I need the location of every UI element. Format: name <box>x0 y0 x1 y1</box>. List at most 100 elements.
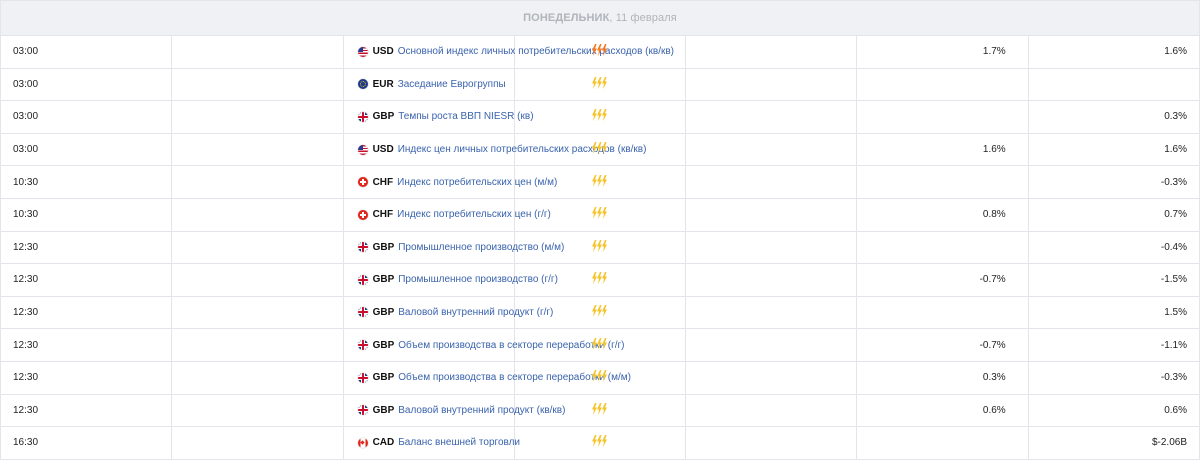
event-actual <box>685 132 858 167</box>
event-actual <box>685 426 858 460</box>
event-actual <box>685 295 858 330</box>
event-previous <box>1027 67 1200 102</box>
gbp-flag-icon <box>357 274 368 285</box>
event-time: 10:30 <box>0 165 173 199</box>
date-header-row: ПОНЕДЕЛЬНИК, 11 февраля <box>0 0 1200 36</box>
event-previous: 0.6% <box>1027 393 1200 428</box>
event-row-9[interactable]: 12:30 GBP Объем производства в секторе пе… <box>0 328 1200 362</box>
event-row-11[interactable]: 12:30 GBP Валовой внутренний продукт (кв/… <box>0 393 1200 428</box>
event-name-link[interactable]: Индекс потребительских цен (м/м) <box>397 177 557 188</box>
volatility-cell <box>513 100 687 134</box>
event-time: 12:30 <box>0 360 173 395</box>
event-row-6[interactable]: 12:30 GBP Промышленное производство (м/м)… <box>0 230 1200 265</box>
event-name-link[interactable]: Промышленное производство (м/м) <box>398 242 564 253</box>
event-name-link[interactable]: Валовой внутренний продукт (г/г) <box>398 307 553 318</box>
event-cell: CAD Баланс внешней торговли <box>342 426 520 460</box>
volatility-bolt-icon <box>591 402 609 418</box>
event-currency: GBP <box>372 274 395 286</box>
event-currency: USD <box>372 46 394 58</box>
event-spacer <box>171 67 344 102</box>
volatility-bolt-icon <box>591 76 609 92</box>
chf-flag-icon <box>357 209 368 220</box>
event-row-12[interactable]: 16:30 CAD Баланс внешней торговли $-2.06B <box>0 426 1200 460</box>
event-actual <box>685 263 858 297</box>
event-time: 12:30 <box>0 328 173 362</box>
event-forecast <box>856 230 1029 265</box>
event-time: 10:30 <box>0 197 173 232</box>
event-forecast <box>856 426 1029 460</box>
event-forecast <box>856 67 1029 102</box>
event-spacer <box>171 393 344 428</box>
event-name-link[interactable]: Основной индекс личных потребительских р… <box>398 46 674 57</box>
event-row-1[interactable]: 03:00 EUR Заседание Еврогруппы <box>0 67 1200 102</box>
event-currency: GBP <box>372 111 395 123</box>
event-row-2[interactable]: 03:00 GBP Темпы роста ВВП NIESR (кв) 0.3% <box>0 100 1200 134</box>
event-row-8[interactable]: 12:30 GBP Валовой внутренний продукт (г/г… <box>0 295 1200 330</box>
date-day: , 11 февраля <box>609 12 677 24</box>
event-previous: $-2.06B <box>1027 426 1200 460</box>
event-previous: -0.3% <box>1027 165 1200 199</box>
event-row-0[interactable]: 03:00 USD Основной индекс личных потребит… <box>0 35 1200 69</box>
economic-calendar-table: ПОНЕДЕЛЬНИК, 11 февраля 03:00 USD Основно… <box>0 0 1200 460</box>
event-name-link[interactable]: Промышленное производство (г/г) <box>398 274 558 285</box>
event-name-link[interactable]: Валовой внутренний продукт (кв/кв) <box>398 405 565 416</box>
event-actual <box>685 197 858 232</box>
event-row-3[interactable]: 03:00 USD Индекс цен личных потребительск… <box>0 132 1200 167</box>
event-previous: -1.1% <box>1027 328 1200 362</box>
event-cell: CHF Индекс потребительских цен (г/г) <box>342 197 551 232</box>
event-currency: EUR <box>372 78 394 90</box>
event-forecast: 1.7% <box>856 35 1029 69</box>
event-actual <box>685 360 858 395</box>
usd-flag-icon <box>357 144 368 155</box>
event-spacer <box>171 197 344 232</box>
event-name-link[interactable]: Индекс потребительских цен (г/г) <box>397 209 551 220</box>
event-currency: CAD <box>372 437 395 449</box>
event-forecast: -0.7% <box>856 263 1029 297</box>
event-name-link[interactable]: Индекс цен личных потребительских расход… <box>398 144 647 155</box>
volatility-bolt-icon <box>591 305 609 320</box>
event-actual <box>685 67 858 102</box>
event-name-link[interactable]: Баланс внешней торговли <box>398 437 520 448</box>
event-forecast <box>856 100 1029 134</box>
event-cell: GBP Темпы роста ВВП NIESR (кв) <box>342 100 534 134</box>
volatility-bolt-icon <box>591 109 609 124</box>
event-currency: GBP <box>372 372 395 384</box>
event-currency: GBP <box>372 339 395 351</box>
event-actual <box>685 230 858 265</box>
event-time: 03:00 <box>0 132 173 167</box>
event-spacer <box>171 328 344 362</box>
event-previous: -0.3% <box>1027 360 1200 395</box>
event-cell: GBP Объем производства в секторе перерабо… <box>342 360 631 395</box>
gbp-flag-icon <box>357 405 368 416</box>
event-cell: GBP Промышленное производство (г/г) <box>342 263 558 297</box>
event-forecast: 0.6% <box>856 393 1029 428</box>
event-currency: CHF <box>372 176 394 188</box>
event-cell: GBP Объем производства в секторе перерабо… <box>342 328 625 362</box>
event-spacer <box>171 132 344 167</box>
event-spacer <box>171 426 344 460</box>
event-forecast: 0.8% <box>856 197 1029 232</box>
event-previous: -1.5% <box>1027 263 1200 297</box>
event-forecast <box>856 165 1029 199</box>
gbp-flag-icon <box>357 242 368 253</box>
event-name-link[interactable]: Заседание Еврогруппы <box>398 79 506 90</box>
volatility-bolt-icon <box>591 239 609 255</box>
event-name-link[interactable]: Темпы роста ВВП NIESR (кв) <box>398 111 533 122</box>
event-forecast: -0.7% <box>856 328 1029 362</box>
event-time: 12:30 <box>0 263 173 297</box>
cad-flag-icon <box>357 437 368 448</box>
event-row-10[interactable]: 12:30 GBP Объем производства в секторе пе… <box>0 360 1200 395</box>
event-previous: 0.7% <box>1027 197 1200 232</box>
calendar-body: ПОНЕДЕЛЬНИК, 11 февраля 03:00 USD Основно… <box>0 0 1200 460</box>
event-row-7[interactable]: 12:30 GBP Промышленное производство (г/г)… <box>0 263 1200 297</box>
event-time: 03:00 <box>0 67 173 102</box>
event-row-4[interactable]: 10:30 CHF Индекс потребительских цен (м/м… <box>0 165 1200 199</box>
event-cell: CHF Индекс потребительских цен (м/м) <box>342 165 557 199</box>
event-previous: 1.5% <box>1027 295 1200 330</box>
event-currency: USD <box>372 144 394 155</box>
event-row-5[interactable]: 10:30 CHF Индекс потребительских цен (г/г… <box>0 197 1200 232</box>
event-forecast: 1.6% <box>856 132 1029 167</box>
event-previous: 1.6% <box>1027 35 1200 69</box>
date-header: ПОНЕДЕЛЬНИК, 11 февраля <box>0 0 1200 36</box>
gbp-flag-icon <box>357 111 368 122</box>
